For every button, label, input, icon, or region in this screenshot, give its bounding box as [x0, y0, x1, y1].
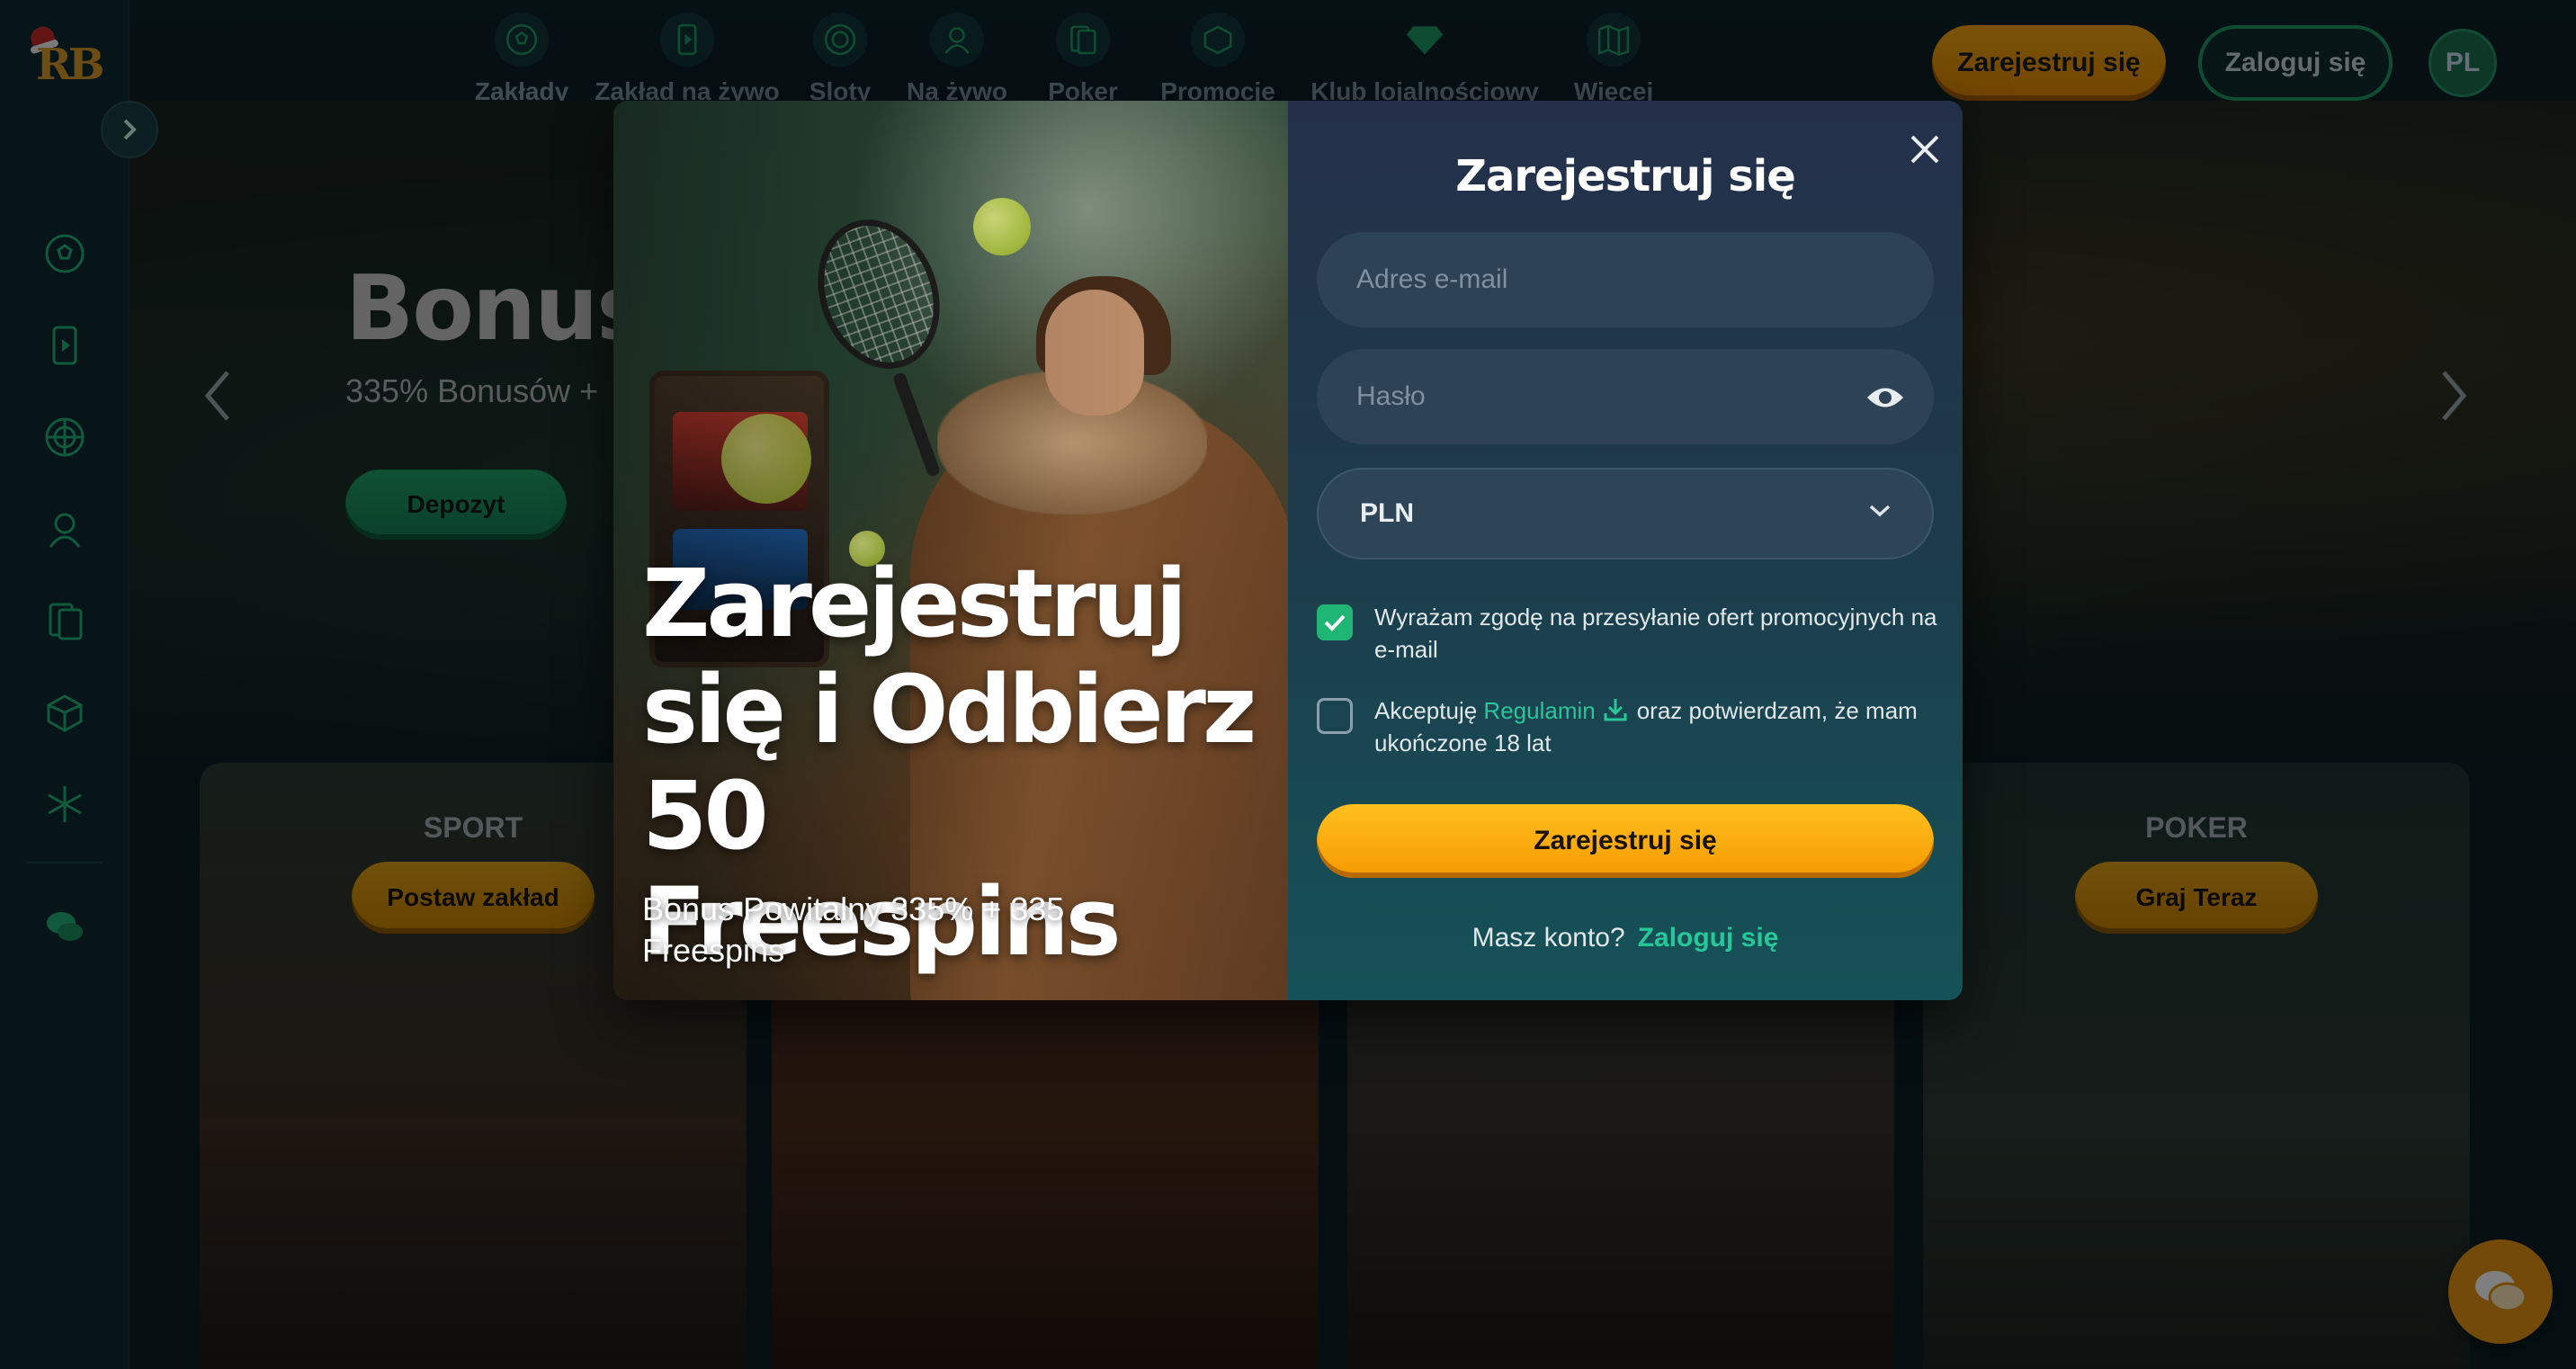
- register-form: Zarejestruj się PLN Wyrażam zgodę na prz…: [1288, 101, 1963, 1000]
- login-link[interactable]: Zaloguj się: [1638, 923, 1779, 953]
- consent-terms-checkbox[interactable]: [1317, 698, 1353, 734]
- consent-terms-row: Akceptuję Regulamin oraz potwierdzam, że …: [1317, 694, 1937, 759]
- form-title: Zarejestruj się: [1455, 151, 1796, 201]
- consent-marketing-row: Wyrażam zgodę na przesyłanie ofert promo…: [1317, 601, 1937, 666]
- checkmark-icon: [1324, 614, 1346, 631]
- currency-value: PLN: [1360, 498, 1414, 528]
- chevron-down-icon: [1869, 505, 1891, 517]
- register-modal: Zarejestruj się i Odbierz 50 Freespins B…: [613, 101, 1963, 1000]
- eye-icon: [1867, 388, 1903, 407]
- have-account-row: Masz konto? Zaloguj się: [1288, 923, 1963, 953]
- promo-subtitle: Bonus Powitalny 335% + 335 Freespins: [642, 890, 1065, 969]
- password-field[interactable]: [1317, 349, 1934, 444]
- register-submit-button[interactable]: Zarejestruj się: [1317, 804, 1934, 878]
- currency-select[interactable]: PLN: [1317, 468, 1934, 559]
- terms-link[interactable]: Regulamin: [1483, 697, 1595, 724]
- toggle-password-visibility[interactable]: [1864, 376, 1907, 419]
- consent-terms-label: Akceptuję Regulamin oraz potwierdzam, że …: [1374, 697, 1918, 756]
- promo-panel: Zarejestruj się i Odbierz 50 Freespins B…: [613, 101, 1288, 1000]
- download-icon: [1604, 699, 1627, 721]
- consent-marketing-checkbox[interactable]: [1317, 604, 1353, 640]
- have-account-text: Masz konto?: [1471, 923, 1625, 953]
- email-field[interactable]: [1317, 232, 1934, 327]
- consent-marketing-label: Wyrażam zgodę na przesyłanie ofert promo…: [1374, 604, 1937, 663]
